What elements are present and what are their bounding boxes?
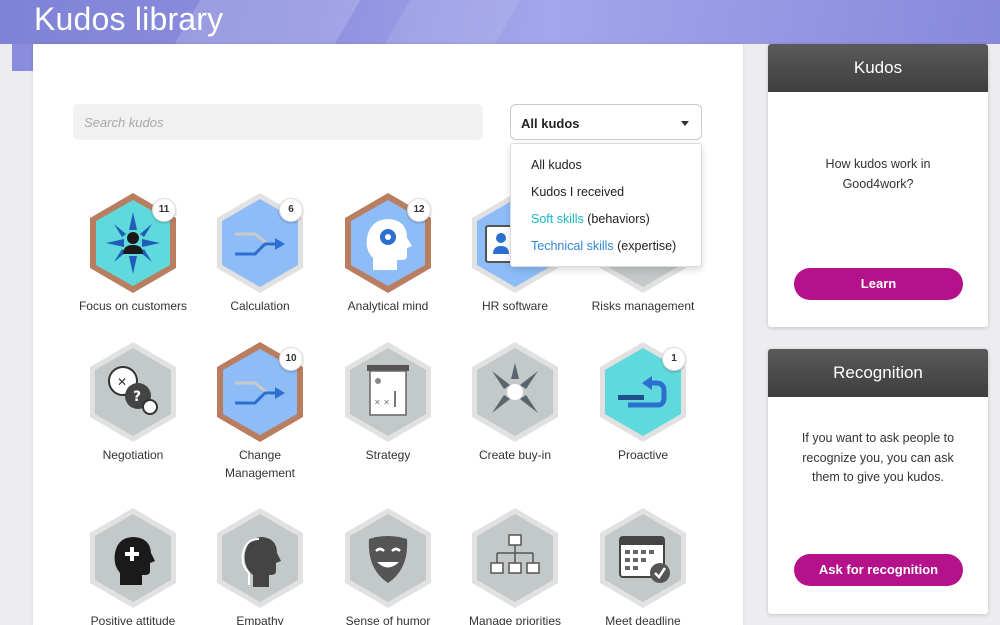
kudos-name: Manage priorities: [468, 614, 562, 625]
card-text: How kudos work in Good4work?: [825, 157, 931, 191]
speech-bubbles-icon: ✕ ?: [90, 342, 176, 442]
kudos-item[interactable]: ✕ ? Negotiation: [69, 341, 197, 464]
whiteboard-icon: ✕ ✕: [345, 342, 431, 442]
kudos-item[interactable]: Focus on customers: [69, 192, 197, 315]
positive-head-icon: [90, 508, 176, 608]
kudos-name: Strategy: [365, 448, 411, 462]
profile-head-icon: [217, 508, 303, 608]
kudos-item[interactable]: ✕ ✕ Strategy: [324, 341, 452, 464]
card-text: If you want to ask people to recognize y…: [801, 431, 955, 484]
card-title: Recognition: [768, 349, 988, 397]
kudos-count-badge: 6: [279, 198, 303, 222]
ask-for-recognition-button[interactable]: Ask for recognition: [794, 554, 963, 586]
kudos-name: Analytical mind: [347, 299, 429, 313]
filter-option-label: Technical skills: [531, 239, 614, 253]
kudos-name: HR software: [481, 299, 549, 313]
learn-button[interactable]: Learn: [794, 268, 963, 300]
card-title: Kudos: [768, 44, 988, 92]
search-input[interactable]: [73, 104, 483, 140]
kudos-item[interactable]: Change Management: [196, 341, 324, 482]
filter-option-detail: (behaviors): [583, 212, 650, 226]
kudos-info-card: Kudos How kudos work in Good4work? Learn: [768, 44, 988, 327]
smile-mask-icon: [345, 508, 431, 608]
kudos-count-badge: 1: [662, 347, 686, 371]
kudos-filter-value: All kudos: [521, 116, 580, 131]
kudos-item[interactable]: Analytical mind: [324, 192, 452, 315]
kudos-item[interactable]: Sense of humor: [324, 507, 452, 625]
kudos-filter-menu: All kudos Kudos I received Soft skills (…: [510, 143, 702, 267]
filter-option-technical-skills[interactable]: Technical skills (expertise): [511, 235, 701, 262]
kudos-filter-select[interactable]: All kudos: [510, 104, 702, 140]
filter-option-all[interactable]: All kudos: [511, 154, 701, 181]
kudos-count-badge: 12: [407, 198, 431, 222]
filter-option-label: All kudos: [531, 158, 582, 172]
kudos-item[interactable]: Create buy-in: [451, 341, 579, 464]
filter-option-label: Soft skills: [531, 212, 584, 226]
chevron-down-icon: [681, 121, 689, 126]
recognition-card: Recognition If you want to ask people to…: [768, 349, 988, 614]
kudos-item[interactable]: Manage priorities: [451, 507, 579, 625]
filter-option-soft-skills[interactable]: Soft skills (behaviors): [511, 208, 701, 235]
kudos-item[interactable]: Calculation: [196, 192, 324, 315]
kudos-name: Calculation: [230, 299, 290, 313]
kudos-item[interactable]: Proactive: [579, 341, 707, 464]
filter-option-received[interactable]: Kudos I received: [511, 181, 701, 208]
kudos-name: Risks management: [591, 299, 695, 313]
kudos-library-card: All kudos All kudos Kudos I received Sof…: [33, 44, 743, 625]
kudos-item[interactable]: Meet deadline: [579, 507, 707, 625]
kudos-name: Change Management: [224, 448, 296, 480]
kudos-item[interactable]: Empathy: [196, 507, 324, 625]
org-chart-icon: [472, 508, 558, 608]
kudos-name: Negotiation: [102, 448, 164, 462]
kudos-name: Positive attitude: [90, 614, 176, 625]
svg-text:✕: ✕: [117, 375, 127, 389]
calendar-check-icon: [600, 508, 686, 608]
left-edge-band: [12, 44, 33, 71]
kudos-name: Proactive: [617, 448, 669, 462]
svg-text:✕ ✕: ✕ ✕: [374, 398, 390, 407]
kudos-name: Sense of humor: [345, 614, 431, 625]
kudos-name: Create buy-in: [478, 448, 552, 462]
kudos-name: Empathy: [236, 614, 284, 625]
kudos-item[interactable]: Positive attitude: [69, 507, 197, 625]
page-title: Kudos library: [34, 1, 224, 37]
filter-option-detail: (expertise): [613, 239, 677, 253]
converging-arrows-icon: [472, 342, 558, 442]
kudos-name: Meet deadline: [605, 614, 681, 625]
kudos-count-badge: 11: [152, 198, 176, 222]
svg-text:?: ?: [133, 389, 141, 405]
header-decoration: [358, 0, 532, 44]
kudos-count-badge: 10: [279, 347, 303, 371]
filter-option-label: Kudos I received: [531, 185, 625, 199]
kudos-name: Focus on customers: [78, 299, 188, 313]
